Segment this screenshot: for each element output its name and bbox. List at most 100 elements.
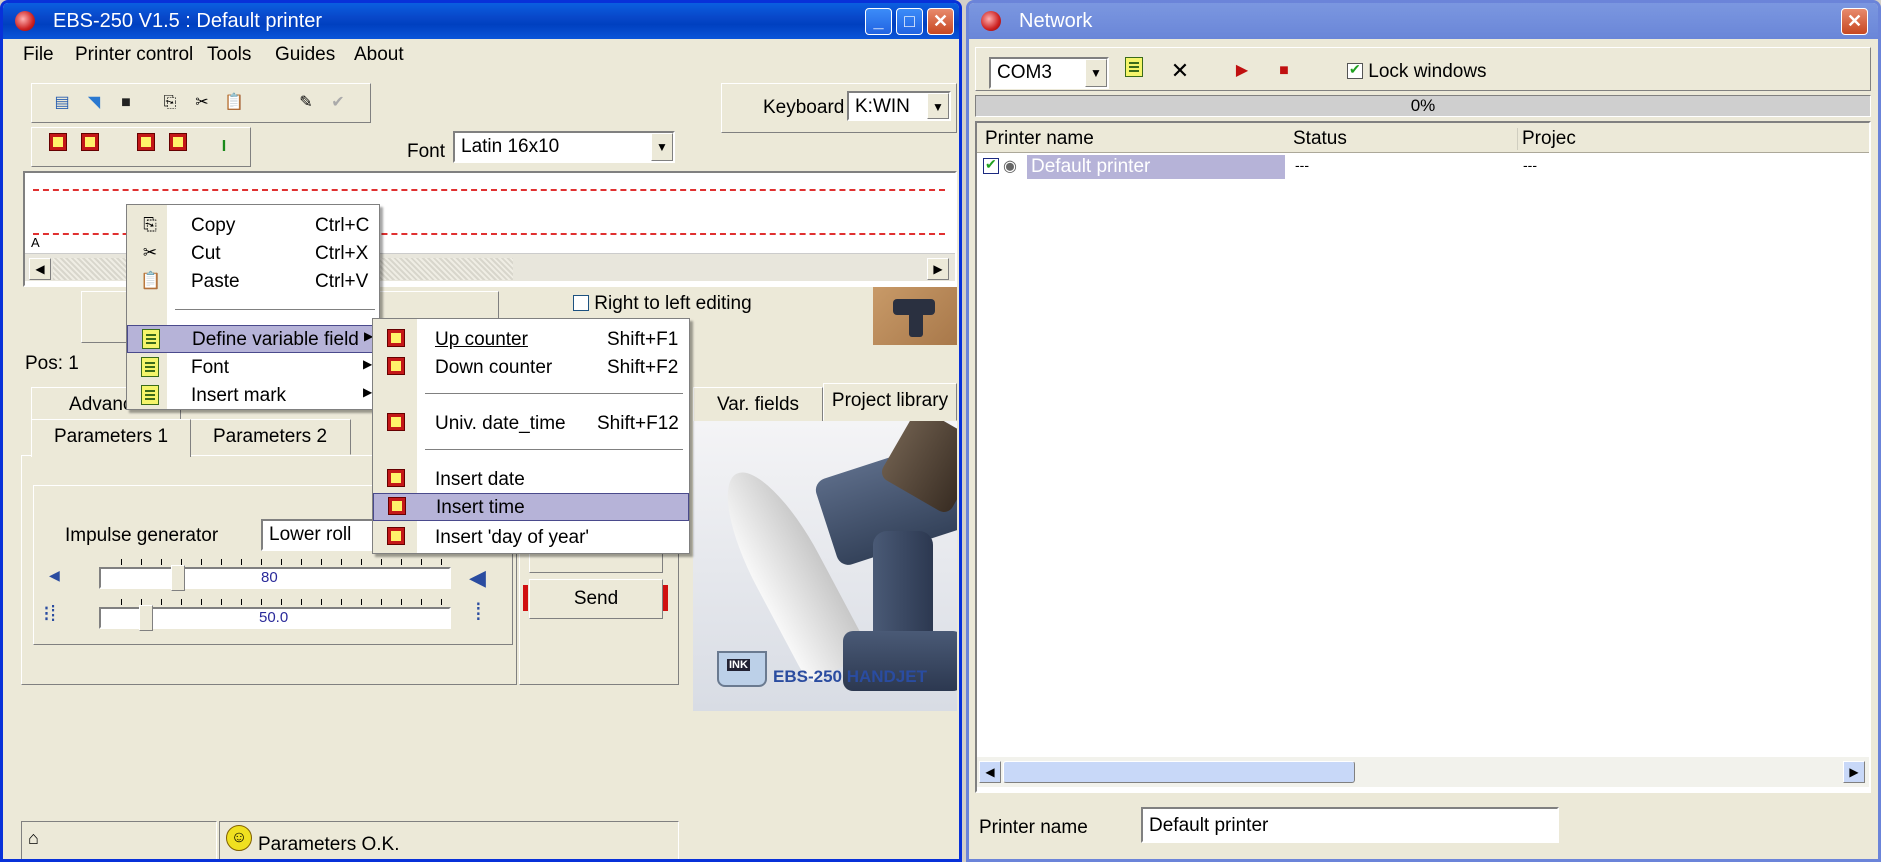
row-printer-name: Default printer xyxy=(1027,155,1285,179)
tab-project-library[interactable]: Project library xyxy=(823,383,957,421)
scissors-icon[interactable]: ✂ xyxy=(187,89,217,119)
submenu-insert-time[interactable]: Insert time xyxy=(373,493,689,521)
send-left-indicator xyxy=(523,585,528,611)
menu-item-font[interactable]: Font ▶ xyxy=(127,353,379,381)
printer-list[interactable]: Printer name Status Projec ◉ Default pri… xyxy=(975,121,1871,793)
impulse-select[interactable]: Lower roll xyxy=(261,519,379,551)
save-icon[interactable]: ■ xyxy=(111,89,141,119)
slider2-ticks xyxy=(121,599,451,605)
note-icon[interactable] xyxy=(1119,57,1149,87)
menu-tools[interactable]: Tools xyxy=(207,44,251,66)
product-caption: EBS-250 HANDJET xyxy=(773,667,927,686)
height-slider[interactable]: 50.0 xyxy=(99,605,451,631)
scroll-right-button[interactable]: ▶ xyxy=(1843,761,1865,783)
marker-icon-2[interactable] xyxy=(75,133,105,163)
scroll-left-button[interactable]: ◀ xyxy=(979,761,1001,783)
marker-icon xyxy=(386,357,406,377)
scroll-left-button[interactable]: ◀ xyxy=(29,258,51,280)
menu-item-cut[interactable]: ✂ Cut Ctrl+X xyxy=(127,239,379,267)
chevron-down-icon[interactable]: ▼ xyxy=(1085,59,1107,87)
ink-label: INK xyxy=(727,659,750,671)
main-titlebar[interactable]: EBS-250 V1.5 : Default printer _ □ ✕ xyxy=(3,3,959,39)
scroll-right-button[interactable]: ▶ xyxy=(927,258,949,280)
font-select[interactable]: Latin 16x10 ▼ xyxy=(453,131,675,163)
stop-icon[interactable]: ■ xyxy=(1269,57,1299,87)
table-row[interactable]: ◉ Default printer --- --- xyxy=(977,155,1869,179)
close-button[interactable]: ✕ xyxy=(927,8,954,35)
col-status[interactable]: Status xyxy=(1293,128,1347,150)
maximize-button[interactable]: □ xyxy=(896,8,923,35)
marker-icon-3[interactable] xyxy=(131,133,161,163)
submenu-univ-date-time[interactable]: Univ. date_time Shift+F12 xyxy=(373,409,689,437)
menu-item-insert-mark[interactable]: Insert mark ▶ xyxy=(127,381,379,409)
impulse-value: Lower roll xyxy=(269,524,352,545)
keyboard-select[interactable]: K:WIN ▼ xyxy=(847,91,951,121)
tab-parameters-2[interactable]: Parameters 2 xyxy=(189,419,351,455)
menu-printer-control[interactable]: Printer control xyxy=(75,44,193,66)
menu-separator xyxy=(175,309,375,310)
paste-icon[interactable]: 📋 xyxy=(219,89,249,119)
submenu-insert-date[interactable]: Insert date xyxy=(373,465,689,493)
print-edit-icon[interactable]: ✎ xyxy=(291,89,321,119)
row-checkbox[interactable] xyxy=(983,156,999,174)
lock-windows-checkbox-box[interactable] xyxy=(1347,61,1363,79)
rtl-label: Right to left editing xyxy=(594,293,752,314)
cursor-icon[interactable]: I xyxy=(209,133,239,163)
lock-windows-checkbox[interactable]: Lock windows xyxy=(1347,61,1487,83)
menu-about[interactable]: About xyxy=(354,44,404,66)
rtl-checkbox[interactable]: Right to left editing xyxy=(573,293,752,315)
speed-slider[interactable]: 80 xyxy=(99,565,451,591)
minimize-button[interactable]: _ xyxy=(865,8,892,35)
marker-icon-4[interactable] xyxy=(163,133,193,163)
play-icon[interactable]: ▶ xyxy=(1227,57,1257,87)
submenu-up-counter[interactable]: Up counter Shift+F1 xyxy=(373,325,689,353)
impulse-label: Impulse generator xyxy=(65,525,219,546)
status-cell-2: ☺ Parameters O.K. xyxy=(219,821,679,859)
keyboard-label: Keyboard xyxy=(763,97,845,118)
printer-name-field[interactable]: Default printer xyxy=(1141,807,1559,843)
open-list-icon[interactable]: ▤ xyxy=(47,89,77,119)
chevron-down-icon[interactable]: ▼ xyxy=(927,93,949,119)
rtl-checkbox-box[interactable] xyxy=(573,295,589,311)
speed-slider-value: 80 xyxy=(261,569,278,586)
handjet-thumbnail xyxy=(873,287,957,345)
chevron-down-icon[interactable]: ▼ xyxy=(651,133,673,161)
port-select[interactable]: COM3 ▼ xyxy=(989,57,1109,89)
menu-item-define-variable-field[interactable]: Define variable field ▶ xyxy=(127,325,379,353)
network-titlebar[interactable]: Network ✕ xyxy=(969,3,1878,39)
copy-icon[interactable]: ⎘ xyxy=(155,89,185,119)
menu-item-copy[interactable]: ⎘ Copy Ctrl+C xyxy=(127,211,379,239)
menu-guides[interactable]: Guides xyxy=(275,44,335,66)
list-hscrollbar[interactable]: ◀ ▶ xyxy=(977,757,1869,787)
font-label: Font xyxy=(407,141,446,162)
product-image: INK EBS-250 HANDJET xyxy=(693,421,957,711)
tab-var-fields[interactable]: Var. fields xyxy=(693,387,823,423)
marker-icon-1[interactable] xyxy=(43,133,73,163)
copy-icon: ⎘ xyxy=(143,215,157,234)
marker-icon xyxy=(386,527,406,547)
speed-slider-thumb[interactable] xyxy=(171,565,185,591)
menu-file[interactable]: File xyxy=(23,44,54,66)
col-project[interactable]: Projec xyxy=(1517,128,1576,150)
send-label: Send xyxy=(573,588,619,609)
col-printer-name[interactable]: Printer name xyxy=(985,128,1094,150)
submenu-down-counter[interactable]: Down counter Shift+F2 xyxy=(373,353,689,381)
progress-text: 0% xyxy=(1410,96,1436,115)
height-slider-thumb[interactable] xyxy=(139,605,153,631)
submenu-separator-1 xyxy=(425,393,683,394)
scroll-thumb[interactable] xyxy=(1003,761,1355,783)
note-icon xyxy=(141,329,161,349)
network-close-button[interactable]: ✕ xyxy=(1841,8,1868,35)
menu-item-paste[interactable]: 📋 Paste Ctrl+V xyxy=(127,267,379,295)
ink-bottle: INK xyxy=(717,651,767,687)
delete-icon[interactable]: ✕ xyxy=(1165,57,1195,87)
port-value: COM3 xyxy=(997,62,1052,83)
submenu-insert-day-of-year[interactable]: Insert 'day of year' xyxy=(373,523,689,551)
dots-large-icon: ⁞ xyxy=(475,599,482,626)
send-button[interactable]: Send xyxy=(529,579,663,619)
printer-name-label: Printer name xyxy=(979,817,1088,838)
open-folder-icon[interactable]: ◥ xyxy=(79,89,109,119)
tab-parameters-1[interactable]: Parameters 1 xyxy=(31,419,191,457)
check-disabled-icon[interactable]: ✔ xyxy=(323,89,353,119)
row-status: --- xyxy=(1295,157,1309,173)
